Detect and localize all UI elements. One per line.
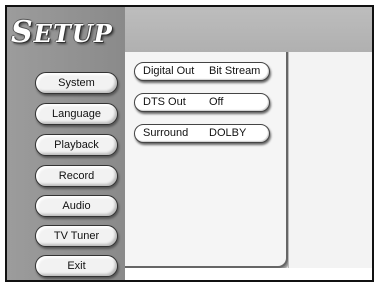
menu-item-label: TV Tuner: [53, 230, 100, 242]
menu-item-language[interactable]: Language: [35, 103, 118, 125]
setting-surround[interactable]: Surround DOLBY: [134, 124, 270, 143]
setting-value: Bit Stream: [209, 65, 261, 77]
setting-value: DOLBY: [209, 127, 247, 139]
header-band: [125, 7, 372, 52]
menu-item-exit[interactable]: Exit: [35, 255, 118, 277]
page-title: SETUP: [11, 15, 113, 50]
menu-item-label: Audio: [62, 200, 91, 212]
setting-value: Off: [209, 96, 224, 108]
settings-panel: [125, 52, 288, 268]
detail-pane: [288, 52, 372, 268]
menu-item-record[interactable]: Record: [35, 165, 118, 187]
menu-item-label: Playback: [54, 139, 99, 151]
bottom-strip: [125, 268, 372, 280]
setting-label: Surround: [143, 127, 189, 139]
setting-label: DTS Out: [143, 96, 186, 108]
menu-item-audio[interactable]: Audio: [35, 195, 118, 217]
setting-dts-out[interactable]: DTS Out Off: [134, 93, 270, 112]
setting-label: Digital Out: [143, 65, 195, 77]
setting-digital-out[interactable]: Digital Out Bit Stream: [134, 62, 270, 81]
menu-item-label: Exit: [67, 260, 86, 272]
menu-item-tv-tuner[interactable]: TV Tuner: [35, 225, 118, 247]
menu-item-playback[interactable]: Playback: [35, 134, 118, 156]
menu-item-label: Record: [58, 170, 95, 182]
menu-item-label: Language: [52, 108, 101, 120]
menu-item-label: System: [58, 77, 95, 89]
menu-item-system[interactable]: System: [35, 72, 118, 94]
setup-window: SETUP System Language Playback Record Au…: [5, 5, 374, 282]
